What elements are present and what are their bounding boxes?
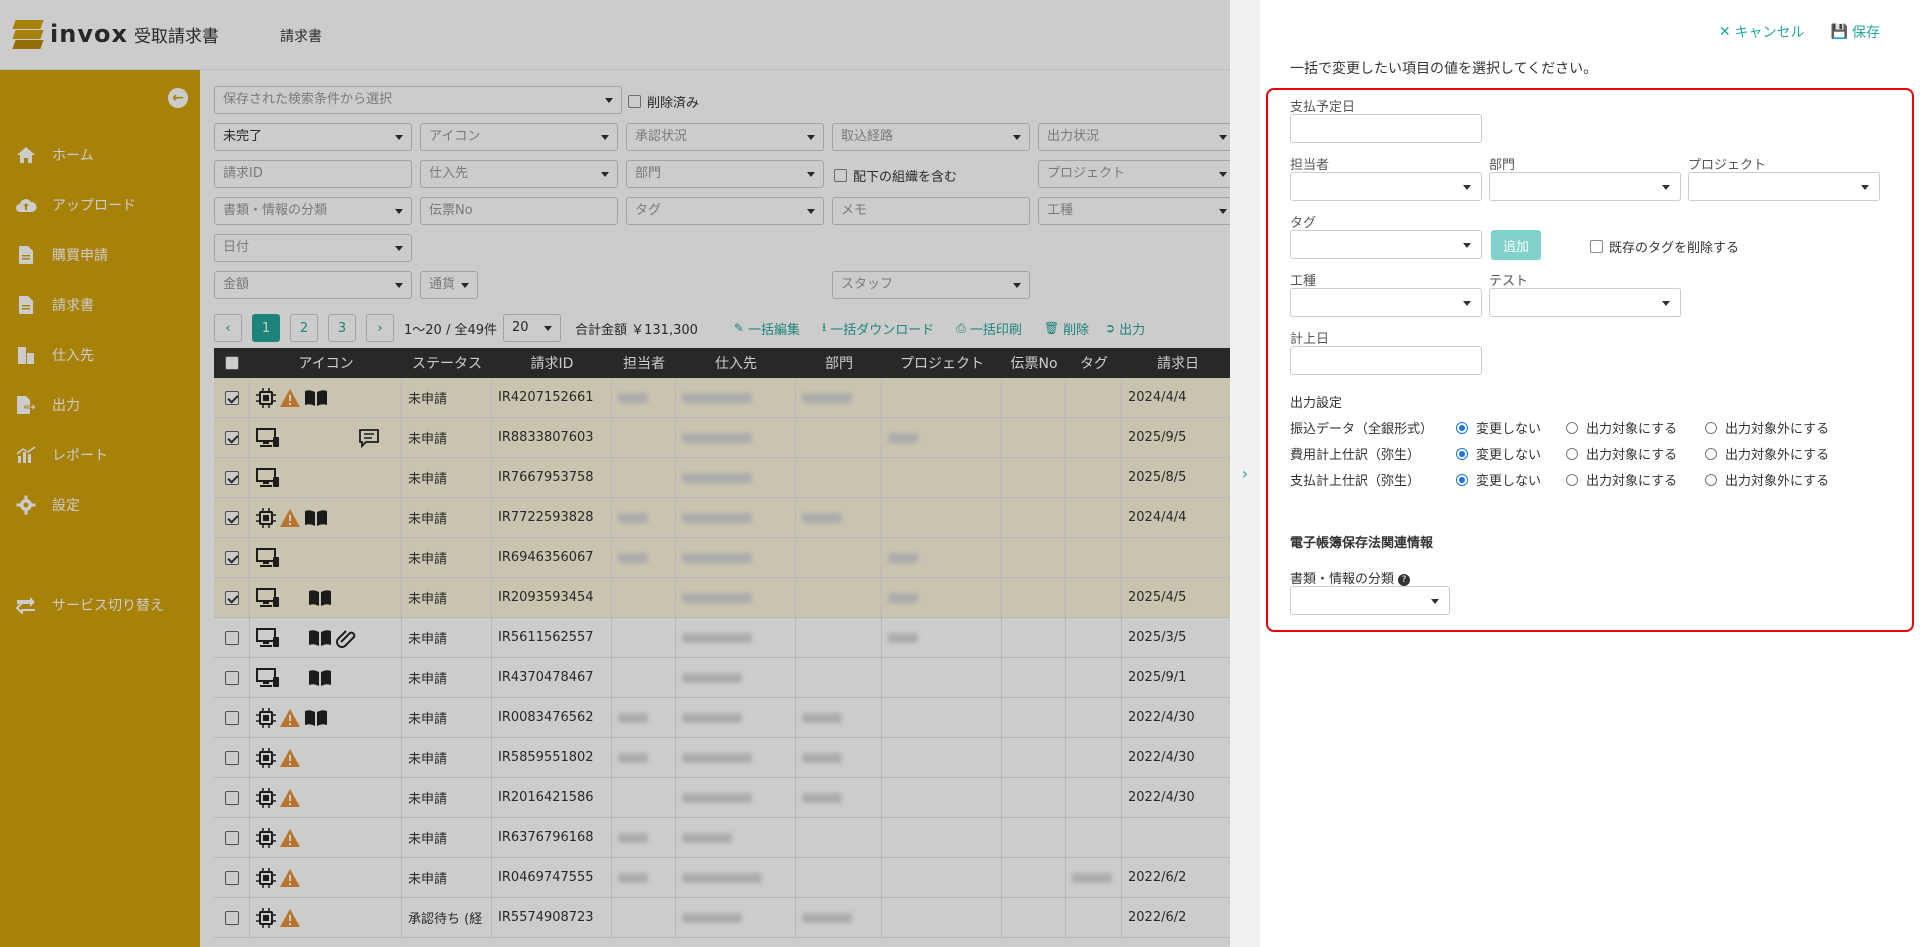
posting-date-input[interactable] bbox=[1290, 346, 1482, 375]
output-row-label: 支払計上仕訳（弥生） bbox=[1290, 474, 1421, 489]
project-label: プロジェクト bbox=[1688, 158, 1767, 173]
close-panel-chevron-icon[interactable]: › bbox=[1230, 0, 1260, 947]
add-tag-button[interactable]: 追加 bbox=[1491, 230, 1541, 260]
remove-existing-tags-checkbox[interactable]: 既存のタグを削除する bbox=[1590, 237, 1739, 256]
output-option-radio[interactable]: 出力対象外にする bbox=[1705, 470, 1829, 489]
output-row-label: 費用計上仕訳（弥生） bbox=[1290, 448, 1421, 463]
department-label: 部門 bbox=[1489, 158, 1516, 173]
posting-date-label: 計上日 bbox=[1290, 332, 1330, 347]
work-type-select[interactable] bbox=[1290, 288, 1482, 317]
ebook-section-heading: 電子帳簿保存法関連情報 bbox=[1290, 536, 1434, 551]
output-option-radio[interactable]: 出力対象外にする bbox=[1705, 418, 1829, 437]
tag-select[interactable] bbox=[1290, 230, 1482, 259]
payment-date-input[interactable] bbox=[1290, 114, 1482, 143]
person-label: 担当者 bbox=[1290, 158, 1330, 173]
remove-tags-label: 既存のタグを削除する bbox=[1609, 241, 1740, 256]
output-option-radio[interactable]: 変更しない bbox=[1456, 444, 1541, 463]
cancel-button[interactable]: ✕ キャンセル bbox=[1719, 22, 1805, 42]
output-option-radio[interactable]: 変更しない bbox=[1456, 470, 1541, 489]
output-option-radio[interactable]: 出力対象にする bbox=[1566, 444, 1677, 463]
save-icon: 💾 bbox=[1830, 24, 1848, 40]
person-select[interactable] bbox=[1290, 172, 1482, 201]
project-select[interactable] bbox=[1688, 172, 1880, 201]
bulk-edit-panel: › ✕ キャンセル 💾 保存 一括で変更したい項目の値を選択してください。 支払予定… bbox=[1230, 0, 1920, 947]
help-icon[interactable]: ? bbox=[1398, 573, 1411, 586]
save-button[interactable]: 💾 保存 bbox=[1831, 22, 1880, 42]
test-label: テスト bbox=[1489, 274, 1529, 289]
modal-backdrop[interactable] bbox=[0, 0, 1230, 947]
work-type-label: 工種 bbox=[1290, 274, 1317, 289]
doc-class-select[interactable] bbox=[1290, 586, 1450, 615]
edit-fields-highlight: 支払予定日 担当者 部門 プロジェクト タグ 追加 既存のタグを削除する 工種 … bbox=[1266, 88, 1914, 632]
tag-label: タグ bbox=[1290, 216, 1317, 231]
output-settings-heading: 出力設定 bbox=[1290, 396, 1343, 411]
doc-class-label: 書類・情報の分類? bbox=[1290, 568, 1411, 587]
output-option-radio[interactable]: 出力対象にする bbox=[1566, 470, 1677, 489]
panel-description: 一括で変更したい項目の値を選択してください。 bbox=[1290, 61, 1598, 77]
output-option-radio[interactable]: 出力対象外にする bbox=[1705, 444, 1829, 463]
department-select[interactable] bbox=[1489, 172, 1681, 201]
output-option-radio[interactable]: 出力対象にする bbox=[1566, 418, 1677, 437]
output-row-label: 振込データ（全銀形式） bbox=[1290, 422, 1434, 437]
panel-actions: ✕ キャンセル 💾 保存 bbox=[1719, 22, 1880, 42]
test-select[interactable] bbox=[1489, 288, 1681, 317]
close-icon: ✕ bbox=[1718, 24, 1731, 40]
output-option-radio[interactable]: 変更しない bbox=[1456, 418, 1541, 437]
payment-date-label: 支払予定日 bbox=[1290, 100, 1356, 115]
